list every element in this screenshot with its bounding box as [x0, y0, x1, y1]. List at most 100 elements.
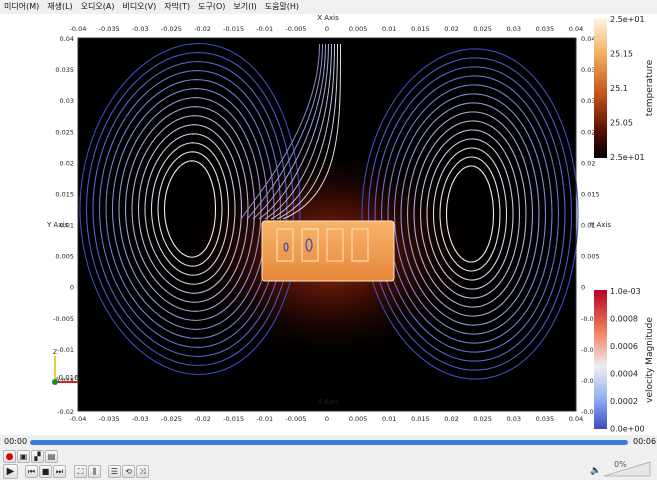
y-tick-label: 0.035: [55, 66, 74, 74]
x-tick-label: 0.04: [569, 415, 583, 423]
velocity-tick-label: 0.0002: [610, 397, 638, 406]
x-tick-label: -0.025: [161, 25, 182, 33]
x-tick-label: -0.02: [194, 25, 211, 33]
y-tick-label: 0.005: [55, 253, 74, 261]
y-tick-label: 0.015: [581, 190, 600, 198]
x-tick-label: -0.03: [132, 25, 149, 33]
x-tick-label: 0.01: [382, 25, 396, 33]
seek-bar-row: 00:00 00:06: [0, 435, 657, 450]
x-axis-top: -0.04 -0.035 -0.03 -0.025 -0.02 -0.015 -0.01 -0…: [70, 25, 584, 33]
snapshot-button[interactable]: ▣: [17, 450, 30, 463]
loop-button[interactable]: ⟲: [122, 465, 135, 478]
velocity-tick-label: 0.0004: [610, 370, 638, 379]
next-button[interactable]: ⏭: [53, 465, 66, 478]
temperature-tick-label: 25.1: [610, 84, 628, 93]
velocity-colorbar: 1.0e-03 0.0008 0.0006 0.0004 0.0002 0.0e+00 v…: [594, 287, 655, 434]
x-tick-label: -0.015: [223, 25, 244, 33]
x-tick-label: 0: [325, 415, 329, 423]
x-tick-label: -0.02: [194, 415, 211, 423]
previous-button[interactable]: ⏮: [25, 465, 38, 478]
stop-icon: ■: [41, 467, 50, 476]
fullscreen-icon: ⛶: [77, 466, 84, 476]
x-tick-label: 0.005: [349, 415, 368, 423]
camera-icon: ▣: [19, 452, 28, 461]
volume-icon[interactable]: 🔈: [590, 466, 601, 476]
stop-button[interactable]: ■: [39, 465, 52, 478]
volume-slider[interactable]: [604, 460, 652, 478]
time-total: 00:06: [633, 437, 657, 446]
time-current: 00:00: [4, 437, 28, 446]
record-icon: ●: [5, 451, 14, 462]
x-tick-label: -0.025: [161, 415, 182, 423]
menu-tools[interactable]: 도구(O): [194, 0, 229, 14]
frame-step-button[interactable]: ▤: [45, 450, 58, 463]
x-tick-label: -0.01: [256, 25, 273, 33]
x-tick-label: -0.035: [99, 415, 120, 423]
menu-audio[interactable]: 오디오(A): [77, 0, 119, 14]
y-tick-label: 0: [581, 284, 585, 292]
y-axis-title-left: Y Axis: [46, 221, 68, 229]
x-tick-label: -0.04: [70, 415, 87, 423]
x-axis-title-bottom: X Axis: [317, 398, 339, 406]
fullscreen-button[interactable]: ⛶: [74, 465, 87, 478]
y-tick-label: 0.03: [581, 97, 595, 105]
menu-help[interactable]: 도움말(H): [261, 0, 303, 14]
equalizer-icon: ⫼: [92, 466, 97, 476]
velocity-colorbar-title: velocity Magnitude: [645, 317, 655, 403]
y-tick-label: 0.015: [55, 190, 74, 198]
temperature-tick-label: 2.5e+01: [610, 153, 645, 162]
x-tick-label: 0.005: [349, 25, 368, 33]
volume-level: 0%: [614, 460, 627, 469]
loop-ab-button[interactable]: ▞: [31, 450, 44, 463]
menu-media[interactable]: 미디어(M): [0, 0, 43, 14]
x-tick-label: 0.025: [473, 25, 492, 33]
temperature-tick-label: 25.15: [610, 50, 633, 59]
temperature-colorbar: 2.5e+01 25.15 25.1 25.05 2.5e+01 temperature: [594, 15, 655, 162]
play-button[interactable]: ▶: [3, 464, 18, 479]
velocity-tick-label: 0.0008: [610, 315, 638, 324]
loop-icon: ⟲: [125, 467, 132, 476]
x-tick-label: -0.01: [256, 415, 273, 423]
x-tick-label: 0.04: [569, 25, 583, 33]
seek-slider[interactable]: [30, 440, 628, 445]
loop-ab-icon: ▞: [34, 452, 41, 461]
x-tick-label: -0.035: [99, 25, 120, 33]
x-tick-label: -0.03: [132, 415, 149, 423]
playback-controls: ● ▣ ▞ ▤ ▶ ⏮ ■ ⏭ ⛶ ⫼ ☰ ⟲ ⤨ 🔈 0%: [0, 450, 657, 480]
velocity-tick-label: 1.0e-03: [610, 287, 641, 296]
y-tick-label: 0.025: [55, 128, 74, 136]
x-tick-label: -0.005: [285, 415, 306, 423]
shuffle-button[interactable]: ⤨: [136, 465, 149, 478]
menu-view[interactable]: 보기(I): [229, 0, 260, 14]
y-tick-label: -0.005: [53, 315, 74, 323]
extended-settings-button[interactable]: ⫼: [88, 465, 101, 478]
y-tick-label: 0: [70, 284, 74, 292]
x-tick-label: -0.005: [285, 25, 306, 33]
video-frame[interactable]: -0.04 -0.035 -0.03 -0.025 -0.02 -0.015 -0.01 -0…: [0, 14, 657, 435]
y-axis-title-right: Y Axis: [589, 221, 611, 229]
temperature-colorbar-title: temperature: [645, 59, 655, 116]
x-tick-label: 0.03: [507, 25, 521, 33]
x-tick-label: 0.015: [411, 25, 430, 33]
record-button[interactable]: ●: [3, 450, 16, 463]
y-tick-label: 0.005: [581, 253, 600, 261]
menu-playback[interactable]: 재생(L): [43, 0, 76, 14]
x-tick-label: 0: [325, 25, 329, 33]
x-axis-bottom: -0.04 -0.035 -0.03 -0.025 -0.02 -0.015 -0.01 -0…: [70, 415, 584, 423]
playlist-button[interactable]: ☰: [108, 465, 121, 478]
x-tick-label: 0.015: [411, 415, 430, 423]
menu-video[interactable]: 비디오(V): [118, 0, 160, 14]
x-tick-label: 0.035: [536, 25, 555, 33]
x-tick-label: 0.01: [382, 415, 396, 423]
x-axis-title-top: X Axis: [317, 14, 339, 22]
x-tick-label: 0.02: [444, 415, 458, 423]
menu-subtitle[interactable]: 자막(T): [160, 0, 194, 14]
playlist-icon: ☰: [110, 467, 119, 476]
y-tick-label: 0.02: [581, 159, 595, 167]
x-tick-label: 0.02: [444, 25, 458, 33]
y-tick-label: -0.02: [57, 408, 74, 416]
x-tick-label: 0.025: [473, 415, 492, 423]
x-tick-label: -0.04: [70, 25, 87, 33]
orientation-label: -0.016: [56, 374, 79, 382]
svg-text:Z: Z: [53, 349, 57, 356]
